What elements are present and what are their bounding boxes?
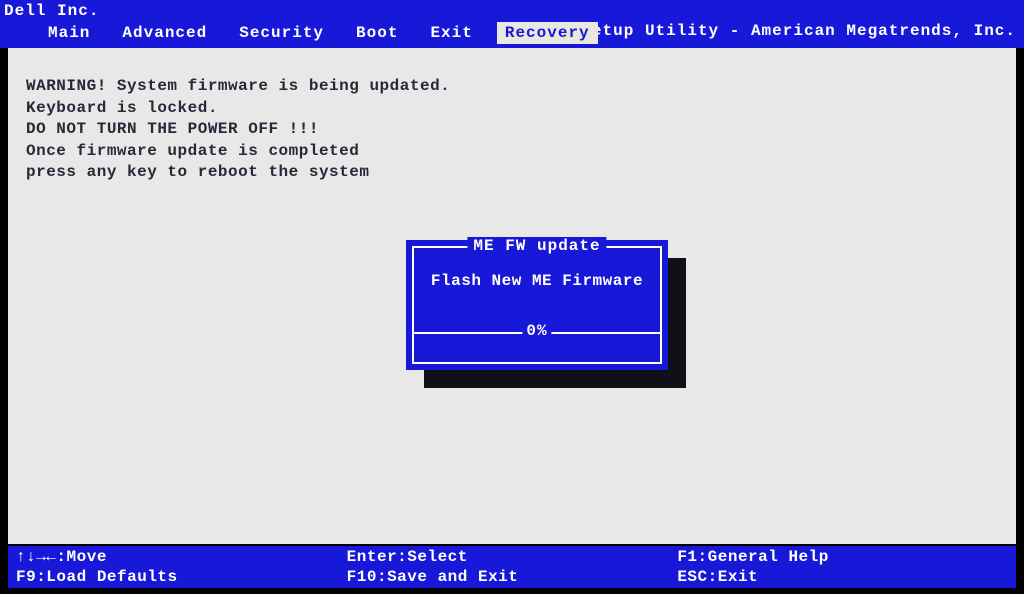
vendor-label: Dell Inc.	[4, 2, 99, 20]
bios-screen: Dell Inc. Aptio Setup Utility - American…	[0, 0, 1024, 594]
footer-col-3: F1:General Help ESC:Exit	[677, 548, 1008, 586]
tab-advanced[interactable]: Advanced	[114, 22, 215, 44]
tab-boot[interactable]: Boot	[348, 22, 406, 44]
dialog-action-label: Flash New ME Firmware	[414, 272, 660, 290]
footer-col-2: Enter:Select F10:Save and Exit	[347, 548, 678, 586]
hint-select: Enter:Select	[347, 548, 678, 566]
update-dialog: ME FW update Flash New ME Firmware 0%	[406, 240, 668, 370]
hint-help: F1:General Help	[677, 548, 1008, 566]
tab-recovery[interactable]: Recovery	[497, 22, 598, 44]
warning-text: WARNING! System firmware is being update…	[26, 76, 998, 184]
footer-bar: ↑↓→←:Move F9:Load Defaults Enter:Select …	[8, 546, 1016, 588]
dialog-title: ME FW update	[467, 237, 606, 255]
hint-esc-exit: ESC:Exit	[677, 568, 1008, 586]
dialog-inner: ME FW update Flash New ME Firmware 0%	[412, 246, 662, 364]
menu-tabs: Main Advanced Security Boot Exit Recover…	[40, 22, 598, 44]
dialog-box: ME FW update Flash New ME Firmware 0%	[406, 240, 668, 370]
hint-load-defaults: F9:Load Defaults	[16, 568, 347, 586]
tab-exit[interactable]: Exit	[422, 22, 480, 44]
content-panel: WARNING! System firmware is being update…	[8, 48, 1016, 544]
header-bar: Dell Inc. Aptio Setup Utility - American…	[0, 0, 1024, 48]
hint-move: ↑↓→←:Move	[16, 548, 347, 566]
tab-security[interactable]: Security	[231, 22, 332, 44]
hint-save-exit: F10:Save and Exit	[347, 568, 678, 586]
footer-col-1: ↑↓→←:Move F9:Load Defaults	[16, 548, 347, 586]
progress-value: 0%	[522, 322, 551, 340]
tab-main[interactable]: Main	[40, 22, 98, 44]
